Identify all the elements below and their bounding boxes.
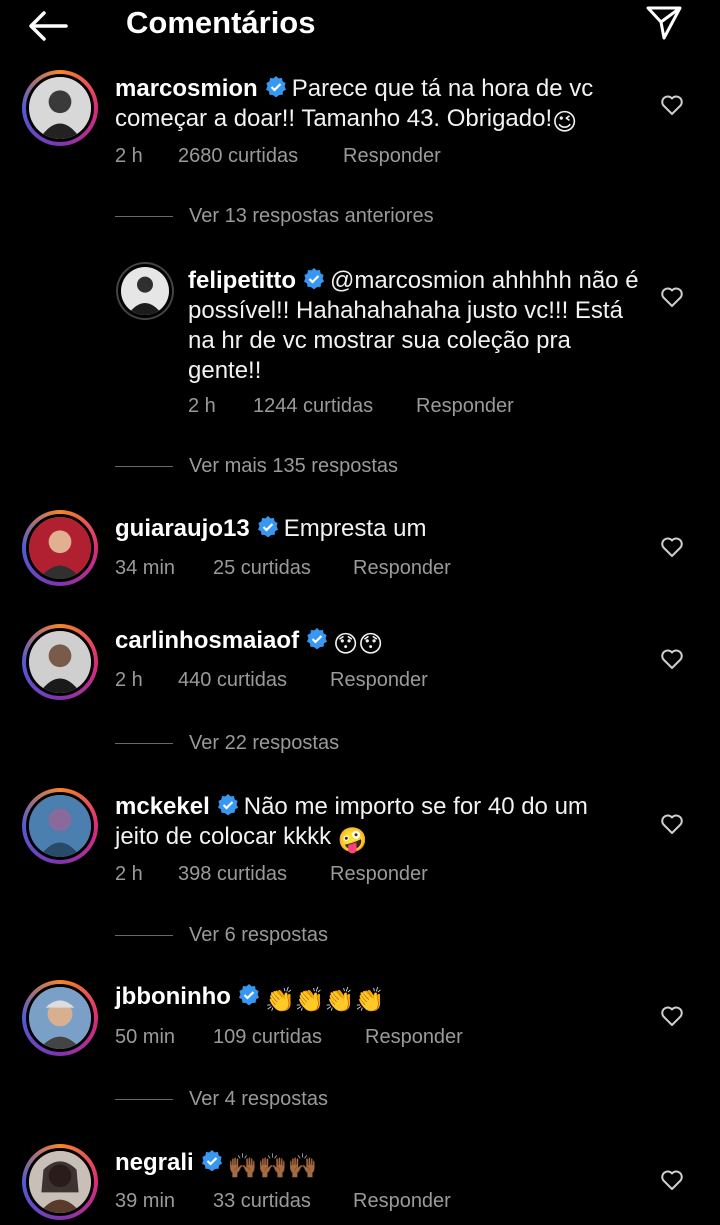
- verified-badge-icon: [201, 1150, 222, 1172]
- emoji: 😉: [552, 109, 578, 136]
- reply-button[interactable]: Responder: [343, 144, 441, 168]
- divider: [115, 743, 173, 745]
- divider: [115, 935, 173, 937]
- avatar[interactable]: [116, 262, 174, 320]
- view-replies-button[interactable]: Ver 4 respostas: [115, 1087, 328, 1111]
- view-replies-button[interactable]: Ver 22 respostas: [115, 731, 339, 755]
- heart-icon[interactable]: [660, 536, 684, 558]
- arrow-left-icon[interactable]: [26, 8, 70, 44]
- username[interactable]: felipetitto: [188, 267, 296, 294]
- heart-icon[interactable]: [660, 648, 684, 670]
- header: Comentários: [0, 0, 720, 48]
- verified-badge-icon: [304, 268, 324, 290]
- comment-text: Empresta um: [283, 515, 427, 542]
- heart-icon[interactable]: [660, 813, 684, 835]
- reply-button[interactable]: Responder: [365, 1025, 463, 1049]
- avatar[interactable]: [22, 788, 98, 864]
- likes-count[interactable]: 1244 curtidas: [253, 394, 416, 418]
- username[interactable]: negrali: [115, 1149, 194, 1176]
- likes-count[interactable]: 2680 curtidas: [178, 144, 343, 168]
- likes-count[interactable]: 398 curtidas: [178, 862, 330, 886]
- emoji: 🤪: [337, 827, 368, 854]
- avatar[interactable]: [22, 510, 98, 586]
- divider: [115, 1099, 173, 1101]
- username[interactable]: jbboninho: [115, 983, 231, 1010]
- avatar[interactable]: [22, 1144, 98, 1220]
- avatar[interactable]: [22, 70, 98, 146]
- likes-count[interactable]: 440 curtidas: [178, 668, 330, 692]
- comment-time: 50 min: [115, 1026, 176, 1048]
- heart-icon[interactable]: [660, 286, 684, 308]
- reply-button[interactable]: Responder: [416, 394, 514, 418]
- divider: [115, 466, 173, 468]
- emoji: 😯😯: [333, 631, 384, 658]
- avatar[interactable]: [22, 980, 98, 1056]
- view-replies-button[interactable]: Ver 6 respostas: [115, 923, 328, 947]
- comment-time: 39 min: [115, 1190, 176, 1212]
- username[interactable]: marcosmion: [115, 75, 258, 102]
- comment-time: 2 h: [115, 669, 143, 691]
- heart-icon[interactable]: [660, 1169, 684, 1191]
- likes-count[interactable]: 109 curtidas: [213, 1025, 365, 1049]
- page-title: Comentários: [126, 5, 316, 40]
- likes-count[interactable]: 25 curtidas: [213, 556, 353, 580]
- emoji: 👏👏👏👏: [264, 987, 385, 1014]
- heart-icon[interactable]: [660, 94, 684, 116]
- username[interactable]: carlinhosmaiaof: [115, 627, 299, 654]
- paper-plane-icon[interactable]: [644, 2, 684, 42]
- username[interactable]: guiaraujo13: [115, 515, 250, 542]
- avatar[interactable]: [22, 624, 98, 700]
- verified-badge-icon: [257, 516, 278, 538]
- likes-count[interactable]: 33 curtidas: [213, 1189, 353, 1213]
- emoji: 🙌🏾🙌🏾🙌🏾: [227, 1153, 318, 1180]
- verified-badge-icon: [217, 794, 238, 816]
- verified-badge-icon: [307, 628, 328, 650]
- comment-time: 2 h: [115, 145, 143, 167]
- heart-icon[interactable]: [660, 1005, 684, 1027]
- comment-time: 34 min: [115, 557, 176, 579]
- reply-button[interactable]: Responder: [330, 862, 428, 886]
- reply-button[interactable]: Responder: [353, 556, 451, 580]
- comment-time: 2 h: [188, 395, 216, 417]
- view-replies-button[interactable]: Ver 13 respostas anteriores: [115, 204, 434, 228]
- comment-time: 2 h: [115, 863, 143, 885]
- username[interactable]: mckekel: [115, 793, 210, 820]
- verified-badge-icon: [238, 984, 259, 1006]
- reply-button[interactable]: Responder: [330, 668, 428, 692]
- view-replies-button[interactable]: Ver mais 135 respostas: [115, 454, 398, 478]
- reply-button[interactable]: Responder: [353, 1189, 451, 1213]
- verified-badge-icon: [265, 76, 286, 98]
- divider: [115, 216, 173, 218]
